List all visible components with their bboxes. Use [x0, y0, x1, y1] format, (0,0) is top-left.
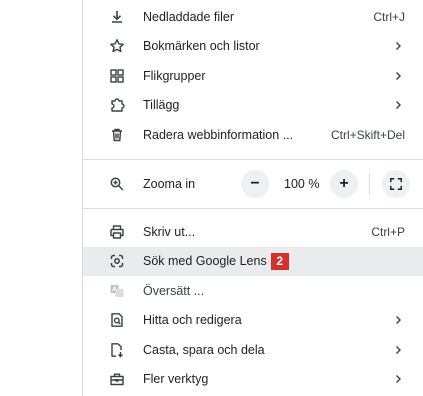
- menu-item-label: Skriv ut...: [143, 224, 196, 239]
- zoom-icon: [109, 176, 125, 192]
- menu-item-label: Flikgrupper: [143, 68, 206, 83]
- fullscreen-button[interactable]: [382, 170, 410, 198]
- menu-item-label: Sök med Google Lens 2: [143, 252, 289, 270]
- menu-item-cast-save-share[interactable]: Casta, spara och dela: [83, 335, 423, 365]
- download-icon: [109, 9, 125, 25]
- zoom-section: Zooma in − 100 % +: [83, 167, 423, 201]
- zoom-out-button[interactable]: −: [241, 170, 269, 198]
- step-number-badge: 2: [270, 252, 289, 270]
- chevron-right-icon: [396, 375, 401, 384]
- trash-icon: [109, 127, 125, 143]
- chevron-right-icon: [396, 101, 401, 110]
- menu-item-label: Fler verktyg: [143, 372, 209, 387]
- menu-item-label: Tillägg: [143, 98, 180, 113]
- chevron-right-icon: [396, 345, 401, 354]
- extension-icon: [109, 97, 125, 113]
- menu-item-label: Bokmärken och listor: [143, 39, 260, 54]
- menu-item-label: Hitta och redigera: [143, 313, 242, 328]
- menu-section-1: Nedladdade filer Ctrl+J Bokmärken och li…: [83, 2, 423, 150]
- toolbox-icon: [109, 371, 125, 387]
- menu-item-clear-browsing-data[interactable]: Radera webbinformation ... Ctrl+Skift+De…: [83, 120, 423, 150]
- menu-item-zoom: Zooma in − 100 % +: [83, 167, 423, 201]
- menu-divider: [83, 159, 423, 160]
- menu-item-bookmarks[interactable]: Bokmärken och listor: [83, 32, 423, 62]
- menu-item-print[interactable]: Skriv ut... Ctrl+P: [83, 217, 423, 247]
- menu-item-translate[interactable]: Översätt ...: [83, 276, 423, 306]
- fullscreen-icon: [390, 178, 402, 190]
- google-lens-icon: [109, 253, 125, 269]
- menu-item-extensions[interactable]: Tillägg: [83, 91, 423, 121]
- menu-item-label: Nedladdade filer: [143, 9, 235, 24]
- chevron-right-icon: [396, 42, 401, 51]
- menu-item-more-tools[interactable]: Fler verktyg: [83, 365, 423, 395]
- shortcut-text: Ctrl+Skift+Del: [330, 127, 405, 142]
- menu-section-2: Skriv ut... Ctrl+P Sök med Google Lens 2 …: [83, 217, 423, 394]
- zoom-level: 100 %: [284, 177, 320, 191]
- menu-item-label: Casta, spara och dela: [143, 342, 265, 357]
- print-icon: [109, 224, 125, 240]
- google-lens-label: Sök med Google Lens: [143, 253, 267, 268]
- cast-save-icon: [109, 342, 125, 358]
- star-icon: [109, 38, 125, 54]
- background-area: [0, 0, 82, 396]
- zoom-separator: [369, 173, 370, 195]
- shortcut-text: Ctrl+P: [371, 224, 405, 239]
- zoom-in-button[interactable]: +: [330, 170, 358, 198]
- shortcut-text: Ctrl+J: [373, 9, 405, 24]
- menu-item-tab-groups[interactable]: Flikgrupper: [83, 61, 423, 91]
- menu-item-label: Översätt ...: [143, 283, 205, 298]
- chevron-right-icon: [396, 316, 401, 325]
- tab-groups-icon: [109, 68, 125, 84]
- menu-item-label: Radera webbinformation ...: [143, 127, 294, 142]
- menu-item-find-and-edit[interactable]: Hitta och redigera: [83, 306, 423, 336]
- menu-item-google-lens[interactable]: Sök med Google Lens 2: [83, 246, 423, 276]
- find-icon: [109, 312, 125, 328]
- chrome-menu: Nedladdade filer Ctrl+J Bokmärken och li…: [82, 0, 423, 396]
- translate-icon: [109, 283, 125, 299]
- zoom-label: Zooma in: [143, 177, 196, 191]
- chevron-right-icon: [396, 71, 401, 80]
- menu-item-downloads[interactable]: Nedladdade filer Ctrl+J: [83, 2, 423, 32]
- menu-divider: [83, 208, 423, 209]
